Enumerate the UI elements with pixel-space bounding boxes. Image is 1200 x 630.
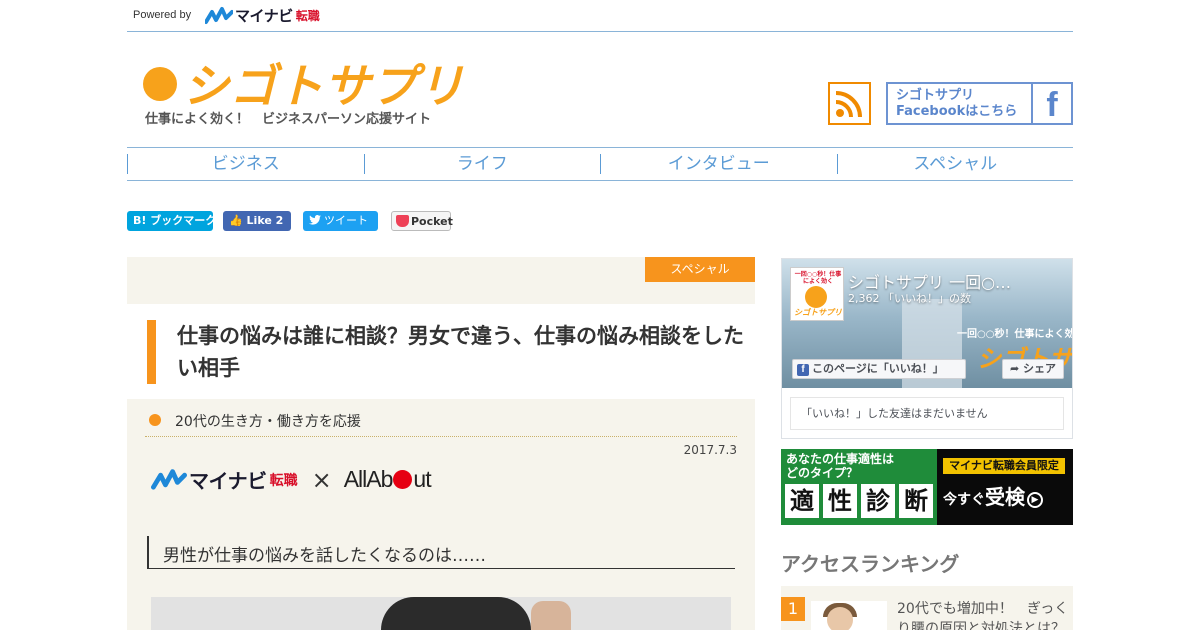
pocket-button[interactable]: Pocket bbox=[391, 211, 453, 231]
publish-date: 2017.7.3 bbox=[683, 443, 737, 457]
photo-person-hand bbox=[531, 601, 571, 630]
facebook-cover-image[interactable]: 一回○○秒！仕事によく効 シゴトサプ 一回○○秒！仕事によく効く シゴトサプリ … bbox=[782, 259, 1072, 388]
nav-item-business[interactable]: ビジネス bbox=[127, 154, 364, 174]
mynavi-logo-icon bbox=[205, 6, 233, 24]
partner-logos: マイナビ 転職 × AllAb ut bbox=[151, 465, 432, 494]
ranking-number: 1 bbox=[781, 597, 805, 621]
banner-kanji-row: 適 性 診 断 bbox=[785, 484, 937, 518]
banner-member-label: マイナビ転職会員限定 bbox=[943, 458, 1065, 474]
facebook-page-like-label: このページに「いいね！」 bbox=[812, 362, 944, 375]
article-title: 仕事の悩みは誰に相談？男女で違う、仕事の悩み相談をしたい相手 bbox=[177, 324, 744, 380]
photo-person-hair bbox=[381, 597, 531, 630]
facebook-share-button[interactable]: ➦ シェア bbox=[1002, 359, 1064, 379]
global-nav: ビジネス ライフ インタビュー スペシャル bbox=[127, 147, 1073, 181]
banner-kanji-3: 診 bbox=[861, 484, 895, 518]
nav-item-interview[interactable]: インタビュー bbox=[600, 154, 837, 174]
facebook-share-label: シェア bbox=[1023, 362, 1057, 375]
lead-text: 男性が仕事の悩みを話したくなるのは…… bbox=[163, 546, 486, 566]
banner-cta-small: 今すぐ bbox=[943, 492, 985, 508]
twitter-bird-icon bbox=[309, 215, 321, 225]
thumbnail-tagline: 一回○○秒！仕事によく効く bbox=[794, 271, 842, 285]
allabout-dot-icon bbox=[393, 470, 413, 489]
nav-item-special[interactable]: スペシャル bbox=[836, 154, 1074, 174]
aptitude-test-banner[interactable]: あなたの仕事適性は どのタイプ？ 適 性 診 断 マイナビ転職会員限定 今すぐ受… bbox=[781, 449, 1073, 525]
article-body: 20代の生き方・働き方を応援 2017.7.3 マイナビ 転職 × AllAb u… bbox=[127, 399, 755, 630]
allabout-text-pre: AllAb bbox=[343, 466, 394, 492]
category-band: スペシャル bbox=[127, 257, 755, 304]
banner-question: あなたの仕事適性は どのタイプ？ bbox=[786, 452, 894, 480]
mynavi-tenshoku-text: 転職 bbox=[295, 9, 320, 23]
banner-cta-big: 受検 bbox=[985, 485, 1025, 509]
banner-left-panel: あなたの仕事適性は どのタイプ？ 適 性 診 断 bbox=[781, 449, 937, 525]
ranking-item-title: 20代でも増加中！ ぎっくり腰の原因と対処法とは？ bbox=[897, 601, 1069, 630]
ranking-title: アクセスランキング bbox=[781, 552, 960, 576]
thumbnail-logo: シゴトサプリ bbox=[794, 308, 842, 317]
article-photo bbox=[151, 597, 731, 630]
banner-question-line1: あなたの仕事適性は bbox=[786, 452, 895, 466]
facebook-like-label: Like 2 bbox=[246, 214, 284, 227]
ranking-item[interactable]: 1 20代でも増加中！ ぎっくり腰の原因と対処法とは？ bbox=[781, 586, 1073, 630]
rss-button[interactable] bbox=[828, 82, 871, 125]
series-heading: 20代の生き方・働き方を応援 bbox=[145, 409, 737, 437]
series-dot-icon bbox=[149, 414, 161, 426]
mynavi-tenshoku-logo[interactable]: マイナビ 転職 bbox=[205, 5, 320, 26]
nav-item-life[interactable]: ライフ bbox=[363, 154, 601, 174]
rss-icon bbox=[835, 91, 862, 118]
facebook-page-like-button[interactable]: f このページに「いいね！」 bbox=[792, 359, 966, 379]
hatena-bookmark-button[interactable]: B! ブックマーク bbox=[127, 211, 216, 231]
share-arrow-icon: ➦ bbox=[1009, 362, 1020, 375]
facebook-button-label: シゴトサプリ Facebookはこちら bbox=[896, 88, 1017, 120]
title-accent-bar bbox=[147, 320, 156, 384]
site-tagline: 仕事によく効く！ ビジネスパーソン応援サイト bbox=[145, 112, 432, 127]
pocket-label: Pocket bbox=[411, 215, 453, 228]
category-tag[interactable]: スペシャル bbox=[645, 257, 755, 282]
mynavi-logo-icon bbox=[151, 468, 187, 490]
partner-mynavi-text: マイナビ bbox=[189, 469, 267, 493]
allabout-text-post: ut bbox=[413, 466, 431, 492]
facebook-button-line2: Facebookはこちら bbox=[896, 104, 1018, 119]
thumbs-up-icon: 👍 bbox=[229, 214, 243, 227]
facebook-like-count: 2,362 「いいね！」の数 bbox=[848, 292, 971, 305]
partner-cross: × bbox=[311, 465, 332, 494]
allabout-logo: AllAb ut bbox=[343, 466, 432, 493]
facebook-page-button[interactable]: シゴトサプリ Facebookはこちら f bbox=[886, 82, 1073, 125]
facebook-page-plugin: 一回○○秒！仕事によく効 シゴトサプ 一回○○秒！仕事によく効く シゴトサプリ … bbox=[781, 258, 1073, 439]
series-label: 20代の生き方・働き方を応援 bbox=[175, 414, 361, 430]
facebook-small-icon: f bbox=[797, 364, 809, 376]
banner-kanji-1: 適 bbox=[785, 484, 819, 518]
site-logo-text: シゴトサプリ bbox=[183, 59, 465, 113]
ranking-thumbnail bbox=[811, 601, 887, 630]
powered-by-bar: Powered by マイナビ 転職 bbox=[127, 0, 1073, 32]
facebook-icon: f bbox=[1031, 84, 1071, 124]
facebook-friends-text: 「いいね！」した友達はまだいません bbox=[790, 397, 1064, 430]
banner-question-line2: どのタイプ？ bbox=[786, 466, 859, 480]
pocket-icon bbox=[396, 215, 409, 227]
banner-kanji-4: 断 bbox=[899, 484, 933, 518]
tweet-button[interactable]: ツイート bbox=[303, 211, 378, 231]
facebook-button-line1: シゴトサプリ bbox=[896, 88, 975, 103]
partner-tenshoku-text: 転職 bbox=[269, 472, 298, 489]
tweet-label: ツイート bbox=[324, 214, 368, 227]
cover-tagline: 一回○○秒！仕事によく効 bbox=[957, 329, 1072, 340]
mynavi-logo-text: マイナビ bbox=[235, 7, 293, 25]
powered-by-label: Powered by bbox=[133, 9, 192, 21]
article: スペシャル 仕事の悩みは誰に相談？男女で違う、仕事の悩み相談をしたい相手 20代… bbox=[127, 257, 755, 630]
arrow-right-icon: ▶ bbox=[1027, 492, 1043, 508]
banner-kanji-2: 性 bbox=[823, 484, 857, 518]
logo-dot-icon bbox=[143, 67, 177, 101]
thumbnail-dot-icon bbox=[805, 286, 827, 308]
lead-heading: 男性が仕事の悩みを話したくなるのは…… bbox=[147, 536, 735, 569]
facebook-page-thumbnail[interactable]: 一回○○秒！仕事によく効く シゴトサプリ bbox=[790, 267, 844, 321]
facebook-like-button[interactable]: 👍 Like 2 bbox=[223, 211, 291, 231]
thumbnail-face-shape bbox=[827, 607, 853, 630]
banner-cta: 今すぐ受検 ▶ bbox=[943, 481, 1043, 510]
